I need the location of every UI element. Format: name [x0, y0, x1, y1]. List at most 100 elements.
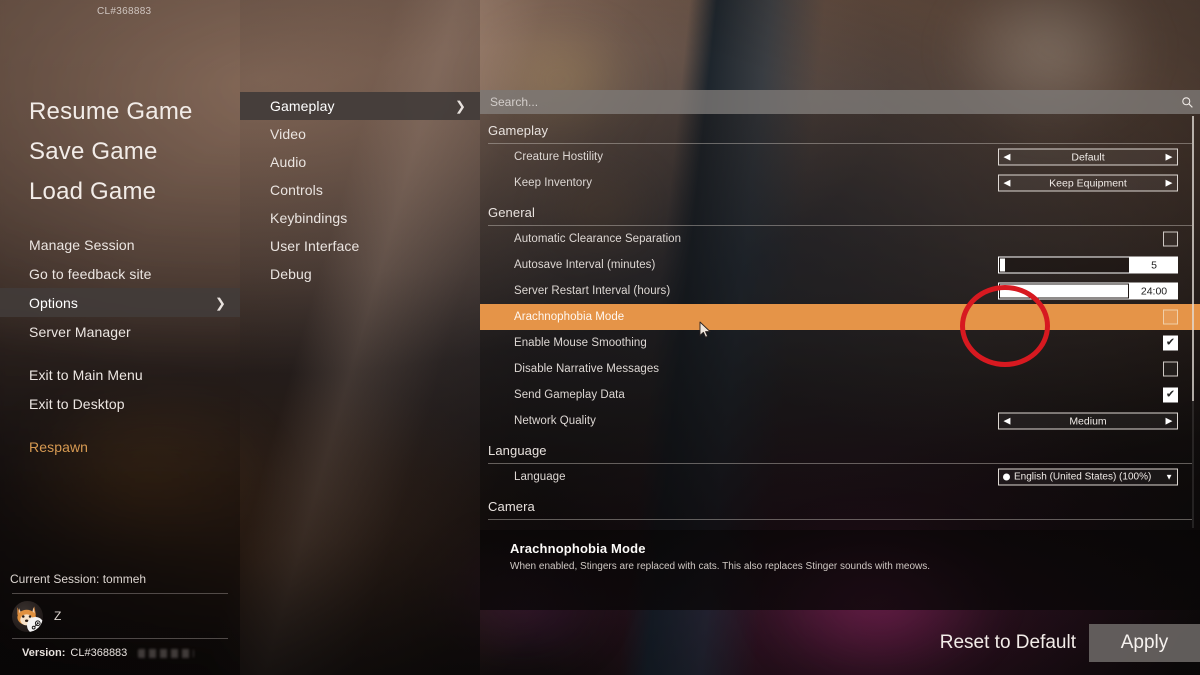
arrow-left-icon[interactable]: ◀ [999, 152, 1015, 162]
sidebar-item-audio[interactable]: Audio [240, 148, 480, 176]
setting-control[interactable]: ◀ Default ▶ [998, 148, 1178, 166]
checkbox-arachnophobia-mode[interactable] [1163, 309, 1178, 325]
search-bar[interactable] [480, 90, 1200, 114]
sidebar-item-keybindings[interactable]: Keybindings [240, 204, 480, 232]
account-row[interactable]: Z [0, 594, 240, 638]
menu-item-label: Manage Session [29, 236, 135, 253]
setting-control[interactable]: ◀ Medium ▶ [998, 412, 1178, 430]
slider-track[interactable] [998, 256, 1130, 274]
category-label: Debug [270, 266, 312, 282]
setting-label: Language [514, 471, 566, 483]
spinner-keep-inventory[interactable]: ◀ Keep Equipment ▶ [998, 174, 1178, 192]
spinner-value: Default [1071, 151, 1105, 163]
slider-autosave-interval[interactable]: 5 [998, 256, 1178, 274]
menu-item-go-to-feedback-site[interactable]: Go to feedback site [0, 259, 240, 288]
checkbox-automatic-clearance-separation[interactable] [1163, 231, 1178, 247]
pause-menu-panel: CL#368883 Resume Game Save Game Load Gam… [0, 0, 240, 675]
menu-item-exit-to-main-menu[interactable]: Exit to Main Menu [0, 360, 240, 389]
settings-scroll-area[interactable]: Gameplay Creature Hostility ◀ Default ▶ … [480, 114, 1200, 530]
setting-row-arachnophobia-mode[interactable]: Arachnophobia Mode [480, 304, 1200, 330]
apply-button[interactable]: Apply [1089, 624, 1200, 662]
spinner-value: Medium [1069, 415, 1107, 427]
spinner-creature-hostility[interactable]: ◀ Default ▶ [998, 148, 1178, 166]
chevron-right-icon: ❯ [215, 295, 226, 310]
spinner-network-quality[interactable]: ◀ Medium ▶ [998, 412, 1178, 430]
section-header-camera: Camera [480, 490, 1200, 520]
setting-control[interactable]: English (United States) (100%) ▼ [998, 468, 1178, 486]
slider-handle[interactable] [1000, 258, 1005, 272]
setting-row-automatic-clearance-separation[interactable]: Automatic Clearance Separation [480, 226, 1200, 252]
check-icon: ✔ [1165, 388, 1176, 400]
scrollbar-thumb[interactable] [1192, 116, 1194, 401]
sidebar-item-debug[interactable]: Debug [240, 260, 480, 288]
checkbox-disable-narrative-messages[interactable] [1163, 361, 1178, 377]
setting-control[interactable] [1163, 231, 1178, 247]
setting-row-network-quality[interactable]: Network Quality ◀ Medium ▶ [480, 408, 1200, 434]
menu-item-exit-to-desktop[interactable]: Exit to Desktop [0, 389, 240, 418]
setting-control[interactable]: ✔ [1163, 387, 1178, 403]
setting-row-language[interactable]: Language English (United States) (100%) … [480, 464, 1200, 490]
menu-item-save-game[interactable]: Save Game [0, 132, 240, 172]
setting-control[interactable]: ✔ [1163, 335, 1178, 351]
checkbox-send-gameplay-data[interactable]: ✔ [1163, 387, 1178, 403]
slider-track[interactable] [998, 282, 1130, 300]
search-input[interactable] [480, 94, 1174, 110]
setting-control[interactable] [1163, 309, 1178, 325]
search-icon[interactable] [1174, 96, 1200, 109]
dropdown-language[interactable]: English (United States) (100%) ▼ [998, 468, 1178, 486]
options-category-list: Gameplay ❯ Video Audio Controls Keybindi… [240, 92, 480, 288]
checkbox-enable-mouse-smoothing[interactable]: ✔ [1163, 335, 1178, 351]
arrow-right-icon[interactable]: ▶ [1161, 152, 1177, 162]
menu-item-load-game[interactable]: Load Game [0, 172, 240, 212]
category-label: Gameplay [270, 98, 335, 114]
section-header-gameplay: Gameplay [480, 114, 1200, 144]
setting-label: Send Gameplay Data [514, 389, 625, 401]
setting-description-panel: Arachnophobia Mode When enabled, Stinger… [480, 530, 1200, 610]
current-session-label: Current Session: tommeh [10, 572, 147, 586]
menu-item-resume-game[interactable]: Resume Game [0, 92, 240, 132]
setting-row-disable-narrative-messages[interactable]: Disable Narrative Messages [480, 356, 1200, 382]
menu-item-respawn[interactable]: Respawn [0, 432, 240, 461]
version-label: Version: [22, 647, 66, 659]
category-label: Video [270, 126, 307, 142]
menu-item-server-manager[interactable]: Server Manager [0, 317, 240, 346]
description-body: When enabled, Stingers are replaced with… [510, 561, 931, 572]
main-menu-list: Resume Game Save Game Load Game Manage S… [0, 92, 240, 461]
slider-server-restart-interval[interactable]: 24:00 [998, 282, 1178, 300]
setting-row-camera-clipped[interactable] [480, 520, 1200, 530]
arrow-right-icon[interactable]: ▶ [1161, 178, 1177, 188]
setting-row-autosave-interval[interactable]: Autosave Interval (minutes) 5 [480, 252, 1200, 278]
menu-item-options[interactable]: Options ❯ [0, 288, 240, 317]
setting-row-send-gameplay-data[interactable]: Send Gameplay Data ✔ [480, 382, 1200, 408]
options-category-panel: Gameplay ❯ Video Audio Controls Keybindi… [240, 0, 480, 675]
reset-to-default-button[interactable]: Reset to Default [934, 626, 1082, 660]
setting-label: Enable Mouse Smoothing [514, 337, 647, 349]
sidebar-item-user-interface[interactable]: User Interface [240, 232, 480, 260]
menu-item-manage-session[interactable]: Manage Session [0, 230, 240, 259]
settings-footer: Reset to Default Apply [480, 610, 1200, 675]
check-icon: ✔ [1165, 336, 1176, 348]
sidebar-item-video[interactable]: Video [240, 120, 480, 148]
setting-row-enable-mouse-smoothing[interactable]: Enable Mouse Smoothing ✔ [480, 330, 1200, 356]
section-title: Language [488, 443, 547, 458]
chevron-down-icon[interactable]: ▼ [1165, 473, 1173, 482]
vertical-scrollbar[interactable] [1192, 116, 1194, 528]
setting-control[interactable]: 24:00 [998, 282, 1178, 300]
setting-control[interactable]: 5 [998, 256, 1178, 274]
arrow-left-icon[interactable]: ◀ [999, 416, 1015, 426]
setting-control[interactable] [1163, 361, 1178, 377]
setting-control[interactable]: ◀ Keep Equipment ▶ [998, 174, 1178, 192]
setting-row-server-restart-interval[interactable]: Server Restart Interval (hours) 24:00 [480, 278, 1200, 304]
spinner-value: Keep Equipment [1049, 177, 1127, 189]
language-flag-icon [1003, 473, 1010, 481]
arrow-right-icon[interactable]: ▶ [1161, 416, 1177, 426]
sidebar-item-gameplay[interactable]: Gameplay ❯ [240, 92, 480, 120]
setting-row-keep-inventory[interactable]: Keep Inventory ◀ Keep Equipment ▶ [480, 170, 1200, 196]
slider-value[interactable]: 5 [1130, 256, 1178, 274]
setting-row-creature-hostility[interactable]: Creature Hostility ◀ Default ▶ [480, 144, 1200, 170]
slider-value[interactable]: 24:00 [1130, 282, 1178, 300]
menu-item-label: Exit to Desktop [29, 395, 125, 412]
arrow-left-icon[interactable]: ◀ [999, 178, 1015, 188]
menu-item-label: Exit to Main Menu [29, 366, 143, 383]
sidebar-item-controls[interactable]: Controls [240, 176, 480, 204]
